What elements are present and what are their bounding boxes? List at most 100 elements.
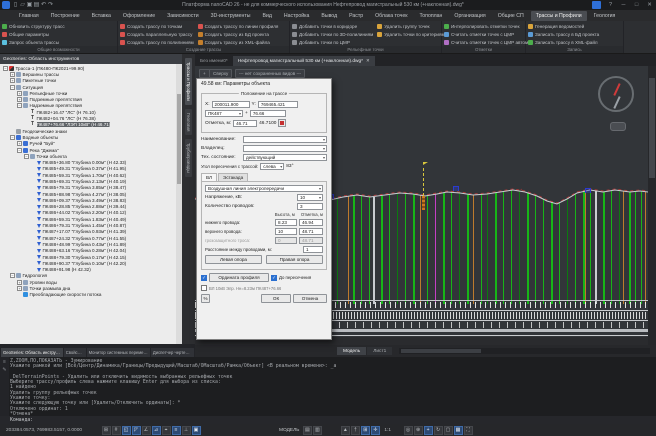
- ribbon-button[interactable]: Создать параллельную трассу: [120, 30, 194, 38]
- left-support-button[interactable]: Левая опора: [205, 255, 262, 264]
- grid-icon[interactable]: ⊞: [102, 426, 111, 435]
- side-tab-2[interactable]: Трубопроводы: [185, 139, 192, 177]
- undo-icon[interactable]: ↶: [40, 1, 47, 9]
- command-edit-icon[interactable]: ✎: [2, 367, 6, 373]
- canvas-horizontal-scrollbar[interactable]: [399, 348, 650, 354]
- voltage-field[interactable]: 10: [297, 194, 323, 201]
- ribbon-tab-0[interactable]: Главная: [14, 11, 44, 21]
- ribbon-button[interactable]: Обновить структуру трасс: [2, 22, 65, 30]
- snap-step-icon[interactable]: #: [112, 426, 121, 435]
- y-coordinate-field[interactable]: 769465.421: [258, 101, 298, 108]
- tree-expander-icon[interactable]: +: [17, 280, 22, 285]
- ribbon-button[interactable]: Запрос объекта трассы: [2, 38, 65, 46]
- x-coordinate-field[interactable]: 200011.900: [212, 101, 250, 108]
- ribbon-tab-2[interactable]: Вставка: [87, 11, 116, 21]
- ribbon-tab-13[interactable]: Общие СП: [493, 11, 529, 21]
- cursor-mode-icon[interactable]: ✛: [371, 426, 380, 435]
- ok-button[interactable]: ОК: [261, 294, 291, 303]
- tree-expander-icon[interactable]: −: [10, 273, 15, 278]
- save-icon[interactable]: ▣: [26, 1, 33, 9]
- ribbon-tab-11[interactable]: Топоплан: [414, 11, 447, 21]
- help-icon[interactable]: ?: [604, 1, 617, 10]
- dyn-ucs-icon[interactable]: ⊥: [182, 426, 191, 435]
- ribbon-button[interactable]: Генерация ведомостей: [528, 22, 599, 30]
- side-tab-0[interactable]: Трассы и Профили: [185, 58, 192, 105]
- lineweight-icon[interactable]: ≡: [172, 426, 181, 435]
- ribbon-button[interactable]: Общие параметры: [2, 30, 65, 38]
- tree-expander-icon[interactable]: −: [17, 148, 22, 153]
- dyn-input-icon[interactable]: ⌖: [162, 426, 171, 435]
- to-crossing-checkbox[interactable]: ✓: [271, 275, 277, 281]
- profile-ordinate-button[interactable]: Ордината профиля: [209, 273, 269, 282]
- tree-expander-icon[interactable]: +: [17, 286, 22, 291]
- panel-tab-2[interactable]: Монитор системных перемен...: [87, 348, 150, 357]
- minimize-icon[interactable]: ─: [617, 1, 630, 10]
- nav-wheel-button[interactable]: [610, 122, 626, 131]
- tab-vl[interactable]: ВЛ: [201, 173, 217, 181]
- annotation-scale-icon[interactable]: ▲: [341, 426, 350, 435]
- polar-icon[interactable]: ⊿: [152, 426, 161, 435]
- ribbon-tab-7[interactable]: Настройка: [279, 11, 315, 21]
- ribbon-button[interactable]: Записать трассу в XML-файл: [528, 38, 599, 46]
- tree-expander-icon[interactable]: +: [17, 141, 22, 146]
- orbit-tool-icon[interactable]: ↻: [434, 426, 443, 435]
- settings-button[interactable]: %: [201, 294, 210, 303]
- right-support-button[interactable]: Правая опора: [266, 255, 323, 264]
- label-checkbox[interactable]: [201, 285, 207, 291]
- units-icon[interactable]: ⊞: [361, 426, 370, 435]
- side-tab-1[interactable]: Геология: [185, 109, 192, 135]
- name-combo[interactable]: [243, 136, 327, 143]
- command-history[interactable]: Z,ZOOM,ПО,ПОКАЗАТЬ - ЗумированиеУкажите …: [0, 357, 656, 416]
- otrack-icon[interactable]: ◸: [132, 426, 141, 435]
- tree-expander-icon[interactable]: −: [17, 103, 22, 108]
- notifications-icon[interactable]: ▦: [454, 426, 463, 435]
- ribbon-tab-3[interactable]: Оформление: [118, 11, 160, 21]
- ribbon-tab-8[interactable]: Вывод: [316, 11, 342, 21]
- maximize-icon[interactable]: □: [630, 1, 643, 10]
- ribbon-button[interactable]: Считать отметки точек с ЦМР автом.: [444, 38, 529, 46]
- ribbon-button[interactable]: Добавить точки в коридоре: [292, 22, 373, 30]
- tab-layout1[interactable]: Лист1: [367, 347, 392, 355]
- picket-offset-field[interactable]: 76.66: [250, 110, 286, 117]
- ribbon-button[interactable]: Считать отметки точек с ЦМР: [444, 30, 529, 38]
- ribbon-tab-14[interactable]: Трассы и Профили: [531, 11, 587, 21]
- ribbon-button[interactable]: Добавить точки по 3D-полилиниям: [292, 30, 373, 38]
- panel-tab-1[interactable]: Свойства: [64, 348, 86, 357]
- ribbon-tab-5[interactable]: 3D-инструменты: [206, 11, 256, 21]
- close-tab-icon[interactable]: ✕: [366, 58, 370, 64]
- picket-dropdown[interactable]: ПК487: [205, 110, 243, 117]
- dialog-title[interactable]: 49.58 км: Параметры объекта: [197, 79, 331, 89]
- print-icon[interactable]: ▤: [33, 1, 40, 9]
- tree-expander-icon[interactable]: +: [10, 78, 15, 83]
- canvas-vertical-scrollbar[interactable]: [648, 66, 656, 345]
- annotation-auto-icon[interactable]: †: [351, 426, 360, 435]
- command-prompt[interactable]: Команда:: [0, 416, 656, 424]
- layout-sheet-icon[interactable]: ▥: [313, 426, 322, 435]
- cancel-button[interactable]: Отмена: [293, 294, 327, 303]
- model-space-icon[interactable]: ▤: [303, 426, 312, 435]
- wire-elevation-field[interactable]: 46.94: [299, 219, 323, 226]
- ribbon-button[interactable]: Создать трассу по точкам: [120, 22, 194, 30]
- osnap-icon[interactable]: ◱: [122, 426, 131, 435]
- owner-combo[interactable]: [243, 145, 327, 152]
- compass-widget[interactable]: [598, 76, 634, 112]
- ribbon-button[interactable]: Удалить группу точек: [377, 22, 444, 30]
- ribbon-tab-4[interactable]: Зависимости: [162, 11, 203, 21]
- tree-expander-icon[interactable]: +: [10, 72, 15, 77]
- ribbon-button[interactable]: Удалить точки по критериям: [377, 30, 444, 38]
- tree-expander-icon[interactable]: −: [10, 85, 15, 90]
- document-tab[interactable]: Без имени0*: [195, 57, 233, 66]
- new-file-icon[interactable]: ▯: [12, 1, 19, 9]
- redo-icon[interactable]: ↷: [47, 1, 54, 9]
- wire-height-field[interactable]: 8.23: [275, 219, 297, 226]
- tab-estakada[interactable]: Эстакада: [218, 173, 248, 181]
- ribbon-tab-9[interactable]: Растр: [344, 11, 368, 21]
- wire-count-field[interactable]: 3: [297, 203, 323, 210]
- ribbon-tab-6[interactable]: Вид: [257, 11, 276, 21]
- ribbon-button[interactable]: Записать трассу в БД проекта: [528, 30, 599, 38]
- tab-model[interactable]: Модель: [337, 347, 366, 355]
- ribbon-tab-1[interactable]: Построение: [46, 11, 85, 21]
- state-combo[interactable]: действующий: [243, 154, 327, 161]
- document-tab-active[interactable]: Нефтепровод магистральный 530 км (+накло…: [233, 56, 375, 66]
- wire-height-field[interactable]: 10: [275, 228, 297, 235]
